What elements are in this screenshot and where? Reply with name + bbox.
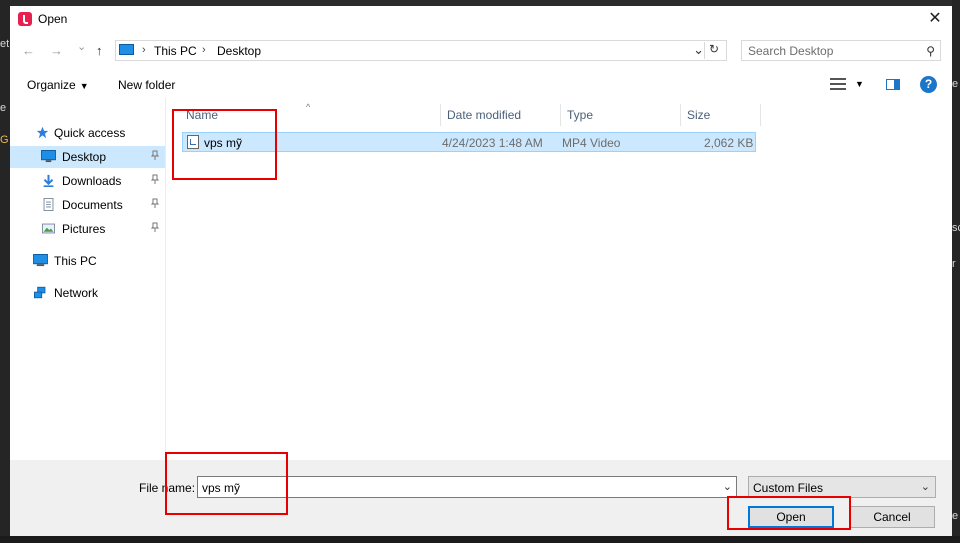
file-type-select[interactable]: Custom Files ⌄ (748, 476, 936, 498)
sidebar-item-label: Network (54, 286, 99, 300)
file-date-modified: 4/24/2023 1:48 AM (442, 136, 543, 150)
background-app-right-edge: e sc r e (952, 0, 960, 543)
pin-icon[interactable] (150, 174, 161, 185)
command-toolbar: Organize ▼ New folder ▼ ? (10, 70, 952, 98)
file-name: vps mỹ (204, 136, 243, 150)
sidebar-item-label: Desktop (62, 150, 107, 164)
sidebar-item-pictures[interactable]: Pictures (10, 218, 165, 240)
new-folder-button[interactable]: New folder (118, 78, 175, 92)
sidebar-item-downloads[interactable]: Downloads (10, 170, 165, 192)
sidebar-item-network[interactable]: Network (10, 282, 165, 304)
sort-ascending-icon: ^ (306, 102, 311, 112)
help-icon[interactable]: ? (920, 76, 937, 93)
breadcrumb-separator: › (202, 44, 206, 56)
organize-label: Organize (27, 78, 76, 92)
search-icon: ⚲ (926, 44, 935, 58)
open-button[interactable]: Open (748, 506, 834, 528)
background-text: et (0, 38, 10, 50)
background-text: e (952, 78, 959, 90)
navigation-pane: Quick access Desktop Downloads Documents… (10, 98, 165, 454)
close-icon[interactable]: ✕ (924, 9, 946, 29)
pin-icon[interactable] (150, 198, 161, 209)
navigation-bar: ← → ⌄ ↑ › This PC › Desktop ⌄ ↻ Search D… (10, 38, 952, 64)
network-icon (34, 286, 46, 299)
file-name-label: File name: (139, 481, 196, 495)
up-arrow-icon[interactable]: ↑ (96, 43, 103, 58)
forward-arrow-icon[interactable]: → (50, 43, 63, 58)
column-header-name[interactable]: Name (186, 108, 218, 122)
chevron-down-icon: ⌄ (920, 481, 930, 493)
background-text: sc (952, 222, 960, 234)
sidebar-item-label: This PC (54, 254, 97, 268)
sidebar-item-desktop[interactable]: Desktop (10, 146, 165, 168)
search-placeholder: Search Desktop (748, 44, 834, 58)
chevron-down-icon[interactable]: ▼ (855, 79, 864, 89)
address-bar[interactable]: › This PC › Desktop ⌄ ↻ (115, 40, 727, 61)
background-text: e (0, 102, 7, 114)
desktop-icon (41, 150, 56, 163)
column-divider[interactable] (440, 104, 441, 126)
tiktok-icon (18, 12, 32, 26)
search-input[interactable]: Search Desktop ⚲ (741, 40, 941, 61)
view-options-icon[interactable] (830, 78, 846, 90)
organize-button[interactable]: Organize ▼ (27, 78, 89, 92)
file-list: ^ Name Date modified Type Size vps mỹ 4/… (166, 98, 952, 454)
file-size: 2,062 KB (704, 136, 754, 150)
dialog-footer: File name: vps mỹ ⌄ Custom Files ⌄ Open … (10, 460, 952, 536)
star-icon (36, 126, 49, 139)
refresh-icon[interactable]: ↻ (704, 42, 723, 59)
documents-icon (43, 198, 54, 211)
breadcrumb-desktop[interactable]: Desktop (217, 44, 261, 58)
sidebar-item-label: Pictures (62, 222, 106, 236)
background-app-bottom (0, 536, 960, 543)
background-app-left-edge: et e G (0, 0, 10, 543)
column-divider[interactable] (560, 104, 561, 126)
sidebar-item-documents[interactable]: Documents (10, 194, 165, 216)
background-text: e (952, 510, 959, 522)
background-text: G (0, 134, 9, 146)
dialog-titlebar[interactable]: Open ✕ (10, 6, 952, 32)
computer-icon (33, 254, 48, 267)
cancel-button[interactable]: Cancel (849, 506, 935, 528)
column-header-date-modified[interactable]: Date modified (447, 108, 521, 122)
download-icon (43, 174, 54, 187)
pin-icon[interactable] (150, 222, 161, 233)
sidebar-item-label: Quick access (54, 126, 126, 140)
dialog-title: Open (38, 12, 68, 26)
computer-icon (119, 44, 134, 55)
breadcrumb-this-pc[interactable]: This PC (154, 44, 197, 58)
file-type-value: Custom Files (753, 481, 824, 495)
column-header-row: ^ Name Date modified Type Size (166, 100, 952, 126)
file-type: MP4 Video (562, 136, 621, 150)
chevron-down-icon[interactable]: ⌄ (723, 480, 732, 493)
file-row[interactable]: vps mỹ 4/24/2023 1:48 AM MP4 Video 2,062… (182, 132, 756, 152)
open-file-dialog: Open ✕ ← → ⌄ ↑ › This PC › Desktop ⌄ ↻ S… (10, 6, 952, 536)
pin-icon[interactable] (150, 150, 161, 161)
back-arrow-icon[interactable]: ← (22, 43, 35, 58)
sidebar-item-quick-access[interactable]: Quick access (10, 122, 165, 144)
file-name-value: vps mỹ (202, 481, 241, 495)
preview-pane-icon[interactable] (886, 79, 900, 90)
background-text: r (952, 258, 956, 270)
sidebar-item-label: Downloads (62, 174, 122, 188)
column-divider[interactable] (680, 104, 681, 126)
chevron-down-icon: ▼ (79, 81, 89, 91)
column-header-size[interactable]: Size (687, 108, 710, 122)
pictures-icon (42, 223, 55, 234)
sidebar-item-label: Documents (62, 198, 123, 212)
sidebar-item-this-pc[interactable]: This PC (10, 250, 165, 272)
column-header-type[interactable]: Type (567, 108, 593, 122)
file-name-input[interactable]: vps mỹ ⌄ (197, 476, 737, 498)
video-file-icon (187, 135, 199, 149)
recent-locations-chevron-icon[interactable]: ⌄ (77, 40, 86, 53)
chevron-down-icon[interactable]: ⌄ (693, 42, 704, 58)
column-divider[interactable] (760, 104, 761, 126)
breadcrumb-separator: › (142, 44, 146, 56)
